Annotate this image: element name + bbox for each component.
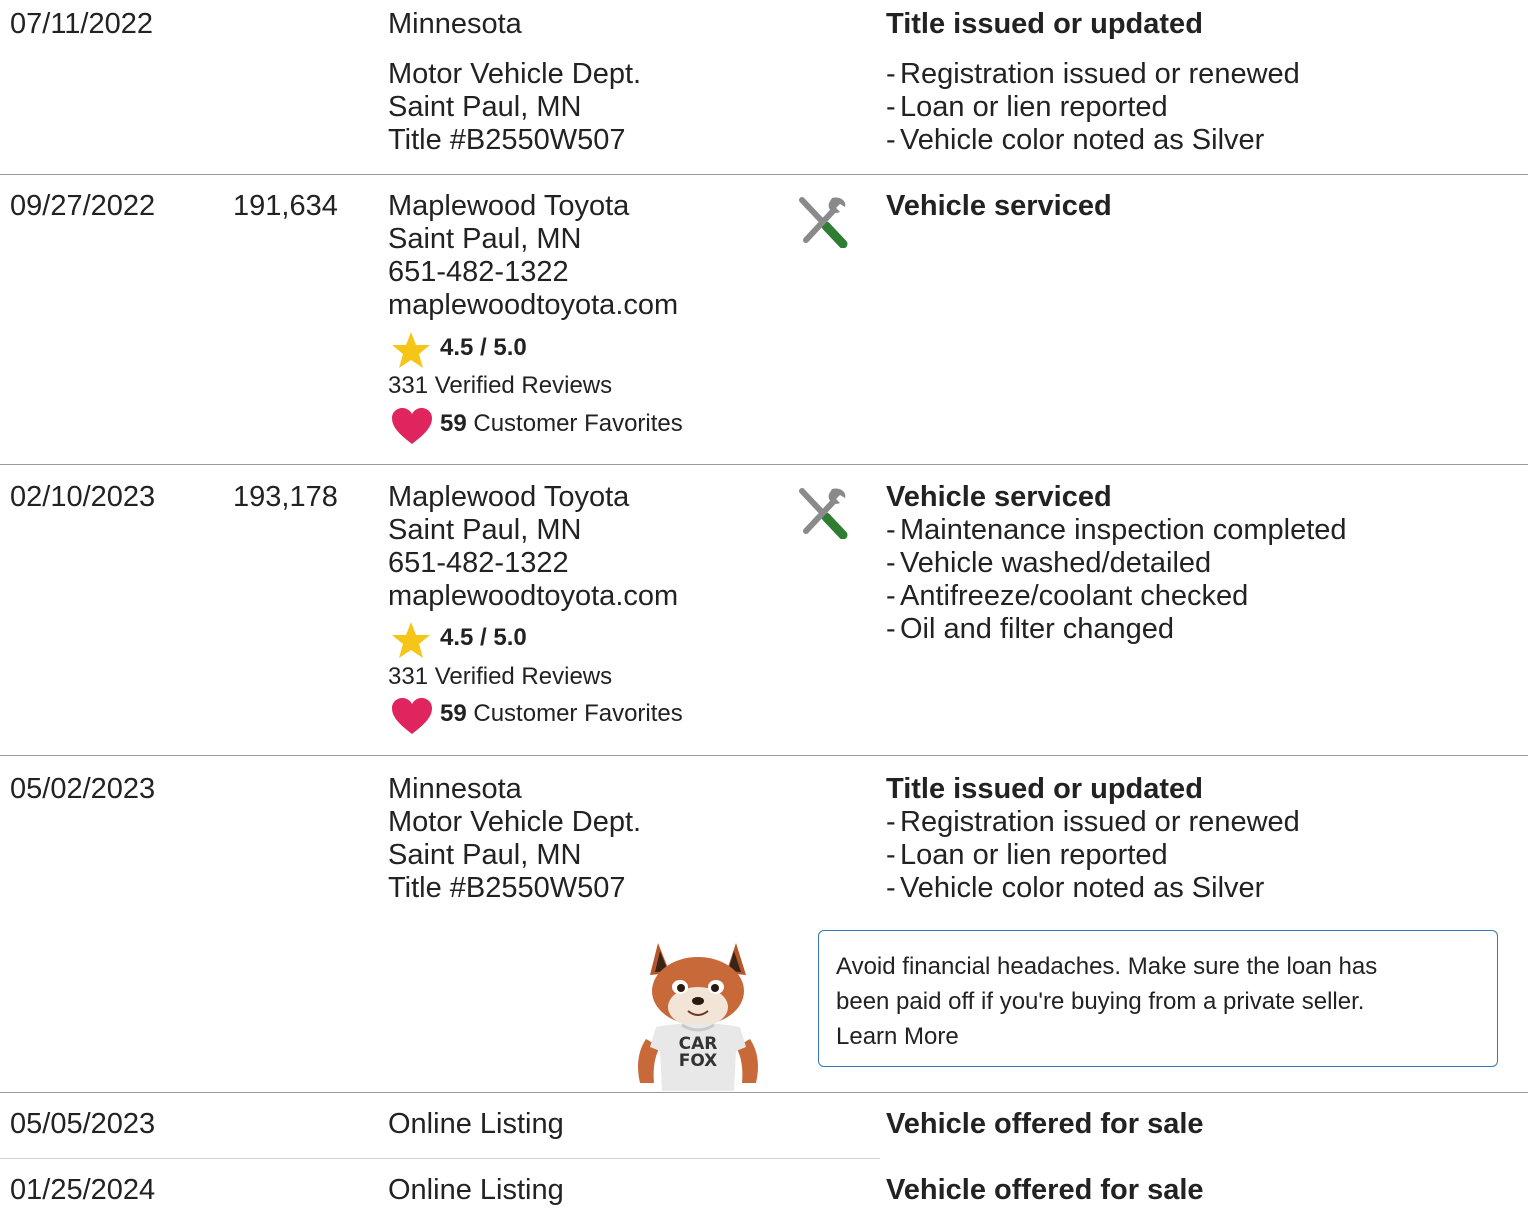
record-odometer: 191,634: [233, 190, 338, 222]
star-icon: [390, 621, 432, 664]
dealer-reviews-link[interactable]: 331 Verified Reviews: [388, 662, 612, 692]
heart-icon: [391, 407, 433, 450]
event-title: Vehicle serviced: [886, 190, 1112, 222]
favorites-count: 59: [440, 700, 467, 727]
source-line: Saint Paul, MN: [388, 839, 582, 871]
heart-icon: [391, 697, 433, 740]
source-details: Minnesota Motor Vehicle Dept. Saint Paul…: [388, 773, 641, 905]
source-details: Maplewood Toyota Saint Paul, MN 651-482-…: [388, 190, 678, 322]
event-detail-item: - Vehicle color noted as Silver: [886, 872, 1265, 904]
source-line: Title #B2550W507: [388, 124, 626, 156]
source-phone[interactable]: 651-482-1322: [388, 547, 678, 580]
event-title: Vehicle serviced: [886, 481, 1112, 513]
row-divider: [0, 755, 1528, 756]
row-divider: [0, 174, 1528, 175]
mascot-shirt-text: FOX: [679, 1051, 718, 1071]
dealer-reviews-link[interactable]: 331 Verified Reviews: [388, 371, 612, 401]
event-details: - Registration issued or renewed - Loan or…: [886, 58, 1300, 157]
event-details: - Maintenance inspection completed - Vehic…: [886, 514, 1347, 646]
source-line: Saint Paul, MN: [388, 91, 582, 123]
record-odometer: 193,178: [233, 481, 338, 513]
record-date: 01/25/2024: [10, 1174, 156, 1206]
event-title: Title issued or updated: [886, 8, 1203, 40]
event-detail-item: - Loan or lien reported: [886, 839, 1168, 871]
customer-favorites: 59 Customer Favorites: [440, 409, 683, 439]
record-date: 09/27/2022: [10, 190, 156, 222]
event-detail-item: - Vehicle color noted as Silver: [886, 124, 1265, 156]
source-line: Motor Vehicle Dept.: [388, 58, 642, 90]
source-line: Motor Vehicle Dept.: [388, 806, 642, 838]
favorites-label: Customer Favorites: [473, 700, 683, 727]
source-name: Online Listing: [388, 1108, 564, 1140]
callout-text-line: Avoid financial headaches. Make sure the…: [836, 953, 1378, 980]
source-name: Maplewood Toyota: [388, 190, 630, 222]
source-details: Maplewood Toyota Saint Paul, MN 651-482-…: [388, 481, 678, 613]
event-detail-item: - Vehicle washed/detailed: [886, 547, 1212, 579]
event-detail-item: - Maintenance inspection completed: [886, 514, 1347, 546]
event-title: Vehicle offered for sale: [886, 1108, 1204, 1140]
source-name: Maplewood Toyota: [388, 481, 630, 513]
source-details: Motor Vehicle Dept. Saint Paul, MN Title…: [388, 58, 641, 157]
source-line: Saint Paul, MN: [388, 223, 582, 255]
event-title: Title issued or updated: [886, 773, 1203, 805]
record-date: 05/02/2023: [10, 773, 156, 805]
favorites-label: Customer Favorites: [473, 410, 683, 437]
customer-favorites: 59 Customer Favorites: [440, 699, 683, 729]
dealer-rating: 4.5 / 5.0: [440, 624, 527, 651]
favorites-count: 59: [440, 410, 467, 437]
source-name: Minnesota: [388, 8, 522, 40]
learn-more-link[interactable]: Learn More: [836, 1023, 959, 1050]
source-line: Title #B2550W507: [388, 872, 626, 904]
record-date: 02/10/2023: [10, 481, 156, 513]
record-date: 05/05/2023: [10, 1108, 156, 1140]
row-divider: [0, 464, 1528, 465]
loan-advice-callout: Avoid financial headaches. Make sure the…: [818, 930, 1498, 1067]
star-icon: [390, 331, 432, 374]
event-detail-item: - Antifreeze/coolant checked: [886, 580, 1249, 612]
source-phone[interactable]: 651-482-1322: [388, 256, 678, 289]
callout-text-line: been paid off if you're buying from a pr…: [836, 988, 1365, 1015]
dealer-rating: 4.5 / 5.0: [440, 334, 527, 361]
row-divider: [0, 1092, 1528, 1093]
source-name: Online Listing: [388, 1174, 564, 1206]
event-detail-item: - Registration issued or renewed: [886, 58, 1300, 90]
event-detail-item: - Oil and filter changed: [886, 613, 1175, 645]
event-title: Vehicle offered for sale: [886, 1174, 1204, 1206]
event-detail-item: - Registration issued or renewed: [886, 806, 1300, 838]
service-tools-icon: [796, 194, 850, 253]
event-detail-item: - Loan or lien reported: [886, 91, 1168, 123]
source-website-link[interactable]: maplewoodtoyota.com: [388, 580, 678, 613]
record-date: 07/11/2022: [10, 8, 153, 40]
source-name: Minnesota: [388, 773, 522, 805]
carfox-mascot-image: CAR FOX: [628, 935, 768, 1096]
service-tools-icon: [796, 485, 850, 544]
source-line: Saint Paul, MN: [388, 514, 582, 546]
row-divider: [0, 1158, 880, 1159]
event-details: - Registration issued or renewed - Loan or…: [886, 806, 1300, 905]
source-website-link[interactable]: maplewoodtoyota.com: [388, 289, 678, 322]
